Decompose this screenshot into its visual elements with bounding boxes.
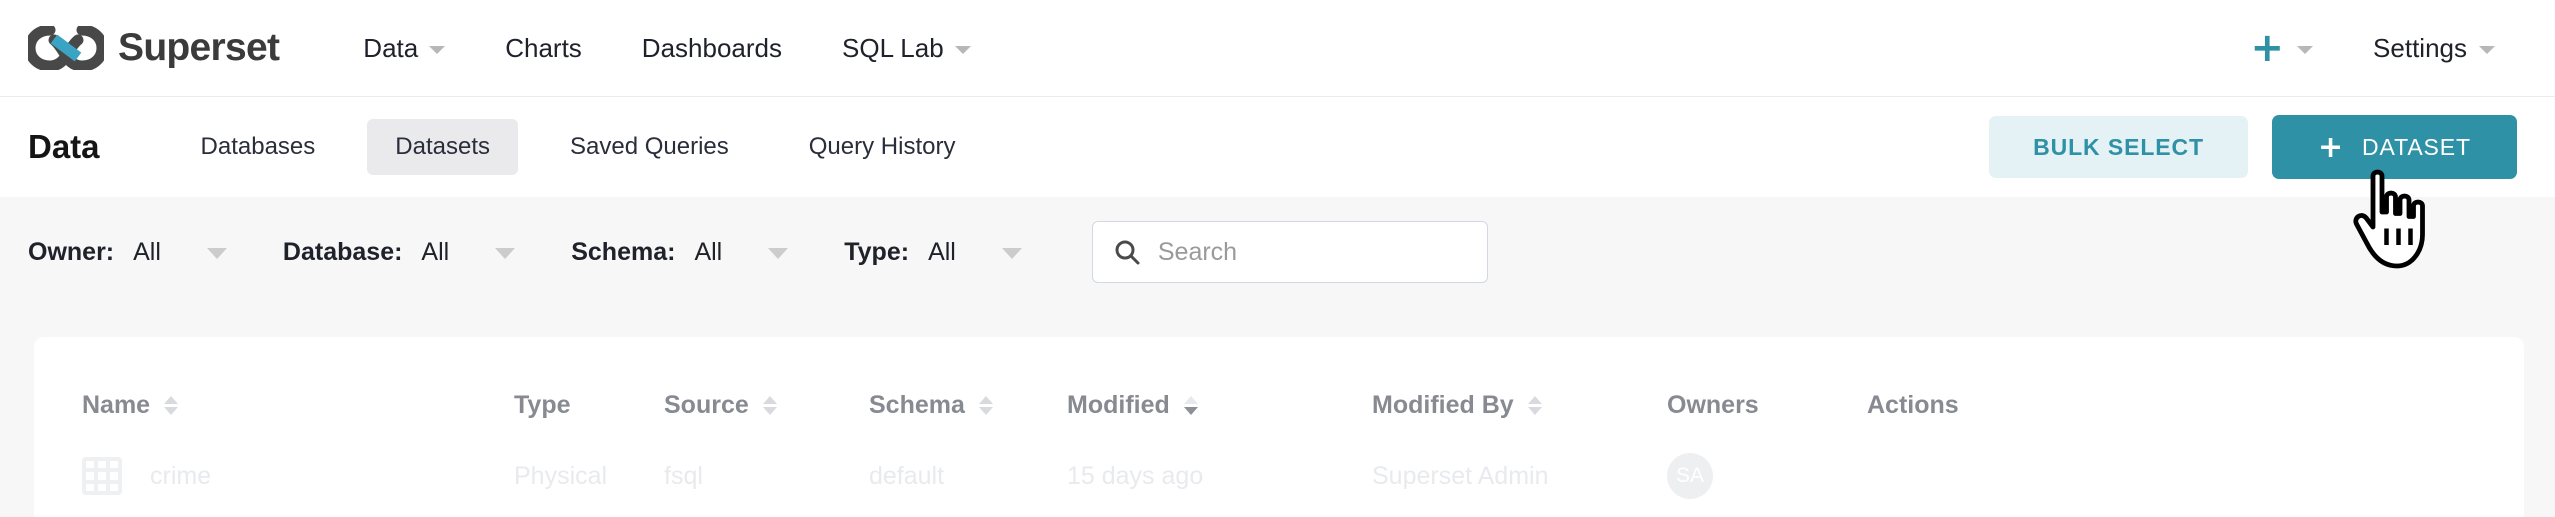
table-body: crime Physical fsql default 15 days ago … [34,435,2524,517]
tab-query-history[interactable]: Query History [781,119,984,175]
cell-type: Physical [514,461,608,490]
sort-icon[interactable] [978,395,993,415]
tab-datasets-label: Datasets [395,133,490,160]
column-header-name[interactable]: Name [34,337,514,435]
settings-label: Settings [2373,32,2467,63]
nav-item-charts-label: Charts [505,32,582,63]
sort-icon[interactable] [762,395,777,415]
navbar-right: + Settings [2221,25,2507,71]
filter-owner-label: Owner: [28,237,115,266]
column-header-type-label: Type [514,390,571,419]
table-header-row: Name Type Source Schema Modified Modifie… [34,337,2524,435]
cell-schema: default [869,461,945,490]
chevron-down-icon [429,46,446,54]
filter-schema[interactable]: Schema: All [571,237,789,267]
filter-schema-label: Schema: [571,237,676,266]
column-header-schema[interactable]: Schema [869,337,1067,435]
search-icon [1115,240,1140,265]
plus-icon: + [2250,25,2285,71]
datasets-table-card: Name Type Source Schema Modified Modifie… [34,337,2524,517]
nav-item-charts[interactable]: Charts [475,33,612,64]
column-header-owners-label: Owners [1667,390,1759,419]
sort-icon[interactable] [1527,395,1542,415]
chevron-down-icon [495,248,516,259]
filter-owner-value: All [133,237,161,266]
sort-icon[interactable] [164,395,179,415]
cell-name: crime [34,435,514,517]
filter-schema-value: All [694,237,723,266]
column-header-modified-by[interactable]: Modified By [1372,337,1667,435]
filter-owner[interactable]: Owner: All [28,238,227,267]
nav-item-sql-lab[interactable]: SQL Lab [812,33,1001,64]
new-menu-button[interactable]: + [2221,25,2344,71]
table-row[interactable]: crime Physical fsql default 15 days ago … [34,435,2524,517]
chevron-down-icon [954,46,971,54]
tab-saved-queries-label: Saved Queries [570,133,729,160]
avatar[interactable]: SA [1667,453,1713,499]
table-grid-icon [82,457,122,495]
nav-item-dashboards-label: Dashboards [641,32,782,63]
chevron-down-icon [206,248,227,259]
column-header-source[interactable]: Source [664,337,869,435]
column-header-owners: Owners [1667,337,1867,435]
chevron-down-icon [2297,46,2314,54]
page-title: Data [28,128,100,165]
tab-databases-label: Databases [200,133,316,160]
chevron-down-icon [768,248,789,259]
sort-icon-active[interactable] [1183,395,1198,415]
tab-datasets[interactable]: Datasets [367,119,518,175]
add-dataset-button[interactable]: + DATASET [2271,115,2517,179]
column-header-actions: Actions [1867,337,2524,435]
filter-database[interactable]: Database: All [282,237,516,267]
plus-icon: + [2317,129,2345,165]
column-header-type[interactable]: Type [514,337,664,435]
cell-modified: 15 days ago [1067,461,1204,490]
column-header-schema-label: Schema [869,390,965,419]
cell-owners: SA [1667,435,1867,517]
add-dataset-label: DATASET [2362,133,2471,160]
column-header-modified-by-label: Modified By [1372,390,1514,419]
filter-database-value: All [421,237,450,266]
filter-type-value: All [928,237,956,266]
superset-infinity-logo [28,26,104,70]
filter-type-label: Type: [844,237,910,266]
cell-modified-by: Superset Admin [1372,461,1549,490]
chevron-down-icon [2479,46,2495,54]
top-navbar: Superset Data Charts Dashboards SQL Lab … [0,0,2555,97]
nav-item-data[interactable]: Data [333,33,475,64]
filter-type[interactable]: Type: All [844,238,1022,267]
column-header-modified[interactable]: Modified [1067,337,1372,435]
settings-menu-button[interactable]: Settings [2343,33,2507,64]
tab-databases[interactable]: Databases [173,119,344,175]
nav-item-sql-lab-label: SQL Lab [842,32,944,63]
column-header-modified-label: Modified [1067,390,1170,419]
search-box[interactable]: Search [1091,221,1488,283]
header-actions: BULK SELECT + DATASET [1989,115,2517,179]
tab-saved-queries[interactable]: Saved Queries [542,119,757,175]
brand-name: Superset [118,26,280,69]
column-header-source-label: Source [664,390,749,419]
column-header-name-label: Name [82,390,151,419]
filter-database-label: Database: [282,237,403,266]
dataset-name[interactable]: crime [150,462,211,491]
brand[interactable]: Superset [28,26,280,70]
table-head: Name Type Source Schema Modified Modifie… [34,337,2524,435]
primary-nav: Data Charts Dashboards SQL Lab [333,33,1000,64]
filter-bar: Owner: All Database: All Schema: All Typ… [0,197,2555,307]
cell-actions [1867,435,2524,517]
bulk-select-button[interactable]: BULK SELECT [1989,116,2248,178]
search-input[interactable]: Search [1158,238,1237,267]
nav-item-dashboards[interactable]: Dashboards [612,33,812,64]
bulk-select-label: BULK SELECT [2033,133,2204,160]
column-header-actions-label: Actions [1867,390,1959,419]
nav-item-data-label: Data [363,32,419,63]
chevron-down-icon [1001,248,1022,259]
section-tabs: Databases Datasets Saved Queries Query H… [173,119,1008,175]
datasets-table: Name Type Source Schema Modified Modifie… [34,337,2524,517]
cell-source: fsql [664,461,703,490]
tab-query-history-label: Query History [808,133,956,160]
page-subheader: Data Databases Datasets Saved Queries Qu… [0,97,2555,197]
